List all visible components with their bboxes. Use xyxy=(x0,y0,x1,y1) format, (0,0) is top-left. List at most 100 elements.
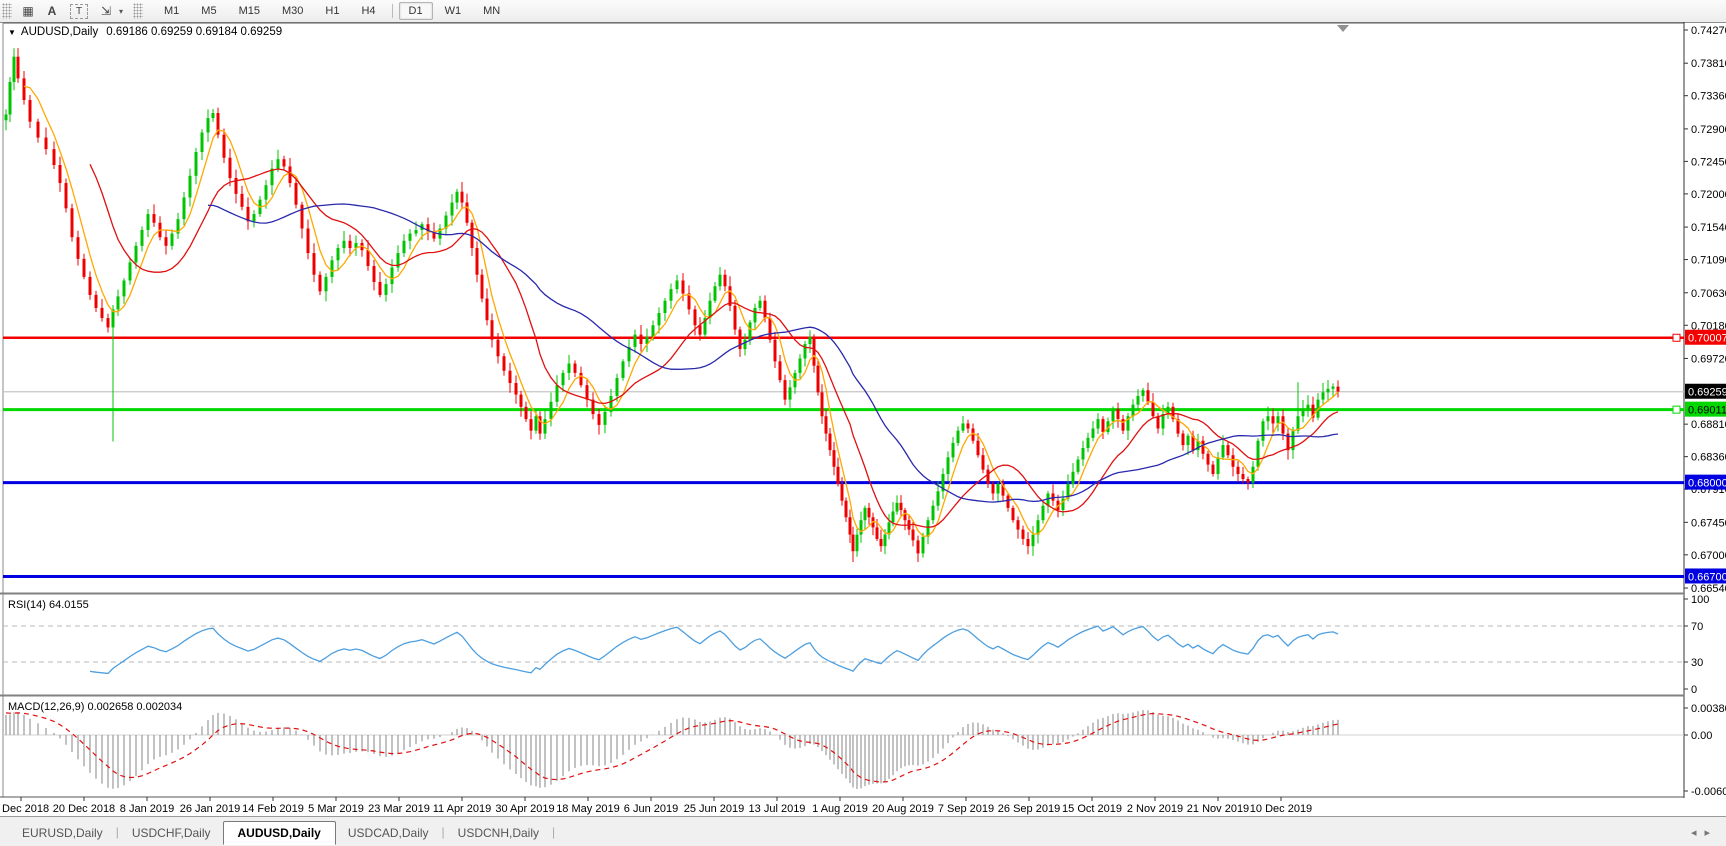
candle[interactable] xyxy=(836,466,840,485)
time-axis[interactable]: 1 Dec 2018 20 Dec 2018 8 Jan 2019 26 Jan 20… xyxy=(0,797,1312,815)
candle[interactable] xyxy=(58,164,62,184)
candle[interactable] xyxy=(1201,440,1205,454)
tf-mn-button[interactable]: MN xyxy=(473,2,510,20)
candle[interactable] xyxy=(916,540,920,554)
candle[interactable] xyxy=(188,175,192,198)
horizontal-lines[interactable] xyxy=(3,333,1684,578)
candle[interactable] xyxy=(384,284,388,295)
candle[interactable] xyxy=(1301,408,1305,417)
candle[interactable] xyxy=(252,214,256,222)
candle[interactable] xyxy=(946,457,950,474)
candle[interactable] xyxy=(1086,437,1090,448)
candle[interactable] xyxy=(753,307,757,323)
candle[interactable] xyxy=(460,191,464,203)
candle[interactable] xyxy=(1136,396,1140,405)
label-t-icon[interactable]: T xyxy=(70,3,88,19)
candle[interactable] xyxy=(867,507,871,518)
candle[interactable] xyxy=(1091,428,1095,438)
tf-m5-button[interactable]: M5 xyxy=(191,2,226,20)
candle[interactable] xyxy=(931,505,935,521)
candle[interactable] xyxy=(529,419,533,431)
candle[interactable] xyxy=(378,281,382,295)
candle[interactable] xyxy=(4,114,8,121)
candle[interactable] xyxy=(812,336,816,366)
candle[interactable] xyxy=(524,406,528,420)
candle[interactable] xyxy=(848,517,852,535)
candle[interactable] xyxy=(1111,408,1115,422)
tf-m15-button[interactable]: M15 xyxy=(229,2,270,20)
candle[interactable] xyxy=(561,372,565,386)
candle[interactable] xyxy=(1246,479,1250,483)
candle[interactable] xyxy=(783,380,787,400)
candle[interactable] xyxy=(300,204,304,229)
candle[interactable] xyxy=(832,450,836,467)
candle[interactable] xyxy=(1181,433,1185,446)
candle[interactable] xyxy=(723,274,727,287)
candle[interactable] xyxy=(1131,404,1135,417)
text-a-icon[interactable]: A xyxy=(40,2,64,20)
candle[interactable] xyxy=(170,233,174,246)
candle[interactable] xyxy=(743,339,747,350)
candle[interactable] xyxy=(1186,435,1190,446)
candle[interactable] xyxy=(828,433,832,451)
candle[interactable] xyxy=(567,363,571,373)
candle[interactable] xyxy=(713,286,717,301)
candle[interactable] xyxy=(698,325,702,335)
candle[interactable] xyxy=(318,274,322,292)
candle[interactable] xyxy=(128,262,132,281)
candle[interactable] xyxy=(508,370,512,384)
candle[interactable] xyxy=(330,260,334,277)
candle[interactable] xyxy=(534,416,538,431)
candle[interactable] xyxy=(1116,408,1120,420)
candle[interactable] xyxy=(808,336,812,345)
candle[interactable] xyxy=(222,134,226,158)
candle[interactable] xyxy=(657,312,661,326)
candle[interactable] xyxy=(485,298,489,321)
candle[interactable] xyxy=(758,300,762,308)
candle[interactable] xyxy=(22,78,26,101)
candle[interactable] xyxy=(911,529,915,541)
candle[interactable] xyxy=(402,240,406,254)
candle[interactable] xyxy=(1161,414,1165,429)
candle[interactable] xyxy=(895,502,899,512)
candle[interactable] xyxy=(70,208,74,238)
candle[interactable] xyxy=(496,339,500,357)
chart-shift-marker[interactable] xyxy=(1337,25,1349,32)
candle[interactable] xyxy=(1251,466,1255,483)
candle[interactable] xyxy=(44,137,48,150)
candle[interactable] xyxy=(615,377,619,397)
candle[interactable] xyxy=(986,469,990,485)
candle[interactable] xyxy=(863,507,867,521)
candle[interactable] xyxy=(681,280,685,294)
candle[interactable] xyxy=(773,339,777,362)
candle[interactable] xyxy=(28,100,32,122)
candle[interactable] xyxy=(603,411,607,425)
dropdown-arrow-icon[interactable]: ▾ xyxy=(119,7,123,16)
candle[interactable] xyxy=(1011,507,1015,521)
candle[interactable] xyxy=(36,121,40,138)
candle[interactable] xyxy=(549,401,553,420)
candle[interactable] xyxy=(450,202,454,216)
candle[interactable] xyxy=(164,237,168,246)
candle[interactable] xyxy=(1326,388,1330,393)
candle[interactable] xyxy=(718,274,722,287)
candle[interactable] xyxy=(820,392,824,417)
candle[interactable] xyxy=(981,455,985,470)
candle[interactable] xyxy=(778,361,782,381)
timeframe-drag-handle[interactable] xyxy=(133,3,144,19)
candle[interactable] xyxy=(1016,520,1020,530)
candle[interactable] xyxy=(82,258,86,277)
candle[interactable] xyxy=(414,229,418,234)
candle[interactable] xyxy=(490,320,494,340)
tf-w1-button[interactable]: W1 xyxy=(435,2,472,20)
candle[interactable] xyxy=(294,183,298,205)
candles-layer[interactable] xyxy=(4,48,1340,563)
candle[interactable] xyxy=(824,416,828,434)
candle[interactable] xyxy=(663,300,667,313)
candle[interactable] xyxy=(1266,416,1270,422)
candle[interactable] xyxy=(1121,419,1125,431)
candle[interactable] xyxy=(1156,416,1160,429)
candle[interactable] xyxy=(573,363,577,373)
candle[interactable] xyxy=(675,280,679,290)
candle[interactable] xyxy=(585,385,589,400)
